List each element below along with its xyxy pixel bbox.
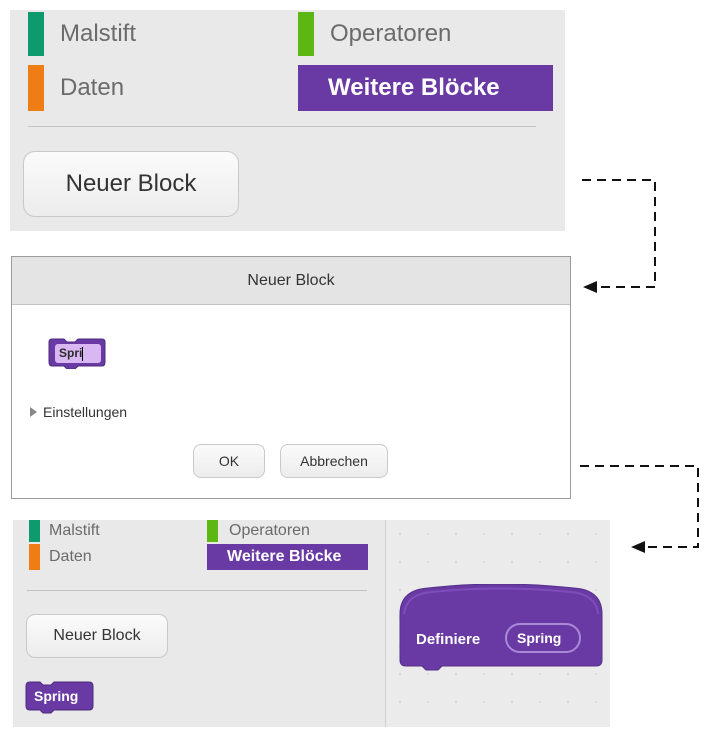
category-operatoren[interactable]: Operatoren <box>207 520 372 542</box>
category-label: Operatoren <box>330 20 452 47</box>
palette-divider <box>27 590 367 591</box>
block-name-input[interactable]: Spri <box>55 344 101 363</box>
category-label: Daten <box>49 548 92 565</box>
ok-button-label: OK <box>218 453 240 469</box>
palette-divider <box>28 126 536 127</box>
category-label: Weitere Blöcke <box>328 74 500 101</box>
settings-label: Einstellungen <box>43 404 128 420</box>
ok-button[interactable]: OK <box>193 444 265 478</box>
arrow-left-icon <box>631 541 645 553</box>
new-block-button[interactable]: Neuer Block <box>26 614 168 658</box>
arrow-left-icon <box>583 281 597 293</box>
bottom-palette-panel: Malstift Daten Operatoren Weitere Blöcke… <box>13 520 385 727</box>
category-color-swatch <box>28 65 44 111</box>
text-cursor <box>82 346 84 361</box>
category-malstift[interactable]: Malstift <box>28 12 258 56</box>
new-block-button[interactable]: Neuer Block <box>23 151 239 217</box>
spring-block[interactable]: Spring <box>25 680 95 714</box>
category-label: Daten <box>60 74 125 101</box>
connector-arrow-1 <box>582 179 656 288</box>
category-weitere-bloecke[interactable]: Weitere Blöcke <box>207 544 368 570</box>
category-operatoren[interactable]: Operatoren <box>298 12 538 56</box>
category-malstift[interactable]: Malstift <box>29 520 189 542</box>
triangle-right-icon <box>30 407 37 417</box>
category-label: Malstift <box>49 522 100 539</box>
top-palette-panel: Malstift Daten Operatoren Weitere Blöcke… <box>10 10 565 231</box>
category-color-swatch <box>29 520 40 542</box>
category-weitere-bloecke[interactable]: Weitere Blöcke <box>298 65 553 111</box>
cancel-button-label: Abbrechen <box>300 453 368 469</box>
category-label: Operatoren <box>229 522 310 539</box>
category-daten[interactable]: Daten <box>29 544 189 570</box>
custom-block-preview[interactable]: Spri <box>48 337 106 370</box>
category-color-swatch <box>298 12 314 56</box>
category-color-swatch <box>29 544 40 570</box>
new-block-dialog: Neuer Block Spri Einstellungen OK Abbrec… <box>11 256 571 499</box>
dialog-title-text: Neuer Block <box>247 271 335 289</box>
spring-block-label: Spring <box>34 688 79 704</box>
define-block-name: Spring <box>517 630 562 646</box>
category-daten[interactable]: Daten <box>28 65 258 111</box>
new-block-button-label: Neuer Block <box>53 627 141 644</box>
cancel-button[interactable]: Abbrechen <box>280 444 388 478</box>
define-keyword: Definiere <box>416 631 481 648</box>
category-label: Malstift <box>60 20 137 47</box>
define-block-name-slot: Spring <box>505 623 581 653</box>
category-color-swatch <box>28 12 44 56</box>
new-block-button-label: Neuer Block <box>65 170 197 197</box>
category-label: Weitere Blöcke <box>227 548 342 565</box>
dialog-title: Neuer Block <box>12 257 570 305</box>
category-color-swatch <box>207 520 218 542</box>
settings-disclosure[interactable]: Einstellungen <box>30 404 127 420</box>
define-hat-block[interactable]: Definiere Spring <box>398 583 604 676</box>
scripts-area[interactable]: Definiere Spring <box>386 520 610 727</box>
block-name-text: Spri <box>59 346 83 360</box>
